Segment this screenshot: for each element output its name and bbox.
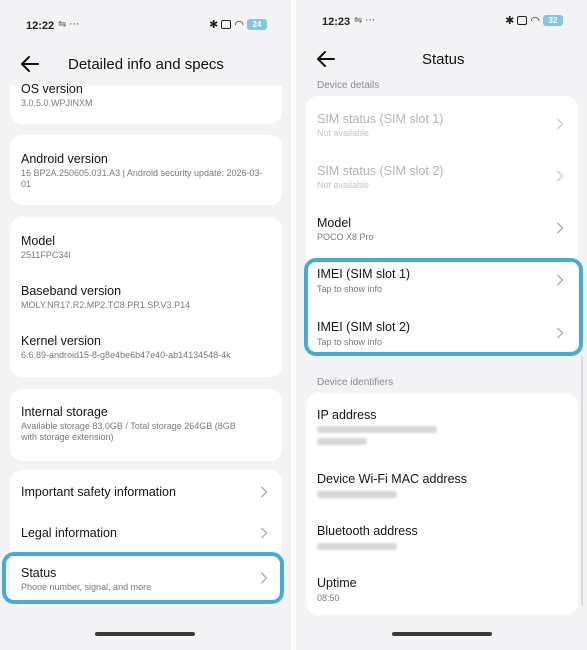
status-time: 12:22 — [26, 20, 55, 32]
model-item[interactable]: Model POCO X8 Pro — [306, 200, 578, 252]
status-screen: 12:23 ⇋ ⋯ ✱ ◠ 32 Status Device details S… — [296, 0, 587, 650]
baseband-item: Baseband version MOLY.NR17.R2.MP2.TC8.PR… — [10, 267, 282, 317]
imei1-item[interactable]: IMEI (SIM slot 1) Tap to show info — [306, 254, 578, 304]
uptime-item: Uptime 08:50 — [306, 559, 578, 611]
model-value: POCO X8 Pro — [317, 232, 374, 242]
chevron-right-icon — [556, 170, 564, 182]
chevron-right-icon — [260, 572, 268, 584]
model-item: Model 2511FPC34I — [10, 217, 282, 267]
android-version-value: 16 BP2A.250605.031.A3 | Android security… — [21, 168, 263, 189]
wifi-icon: ◠ — [234, 19, 244, 31]
imei2-item[interactable]: IMEI (SIM slot 2) Tap to show info — [306, 304, 578, 352]
storage-value: Available storage 83.0GB / Total storage… — [21, 421, 236, 442]
legal-info-item[interactable]: Legal information — [10, 512, 282, 554]
os-version-title: OS version — [21, 82, 83, 96]
chevron-right-icon — [260, 527, 268, 539]
notification-icons: ⇋ ⋯ — [58, 19, 80, 30]
ip-address-title: IP address — [317, 408, 377, 422]
system-icons: ✱ ◠ 32 — [505, 14, 563, 27]
kernel-title: Kernel version — [21, 334, 101, 348]
legal-info-title: Legal information — [21, 526, 117, 540]
detailed-info-screen: 12:22 ⇋ ⋯ ✱ ◠ 24 Detailed info and specs… — [0, 0, 291, 650]
gesture-nav-bar[interactable] — [95, 632, 195, 636]
status-time: 12:23 — [322, 16, 351, 28]
bluetooth-address-title: Bluetooth address — [317, 524, 418, 538]
scrollbar[interactable] — [581, 356, 583, 606]
device-details-card: SIM status (SIM slot 1) Not available SI… — [306, 96, 578, 352]
status-bar: 12:23 ⇋ ⋯ ✱ ◠ 32 — [296, 14, 587, 30]
sim2-status-item: SIM status (SIM slot 2) Not available — [306, 148, 578, 200]
back-arrow-icon[interactable] — [18, 52, 42, 76]
sim1-status-item: SIM status (SIM slot 1) Not available — [306, 96, 578, 148]
bluetooth-address-redacted — [317, 543, 397, 550]
chevron-right-icon — [556, 222, 564, 234]
header: Detailed info and specs — [0, 52, 291, 78]
kernel-item: Kernel version 6.6.89-android15-8-g8e4be… — [10, 317, 282, 367]
os-version-value: 3.0.5.0.WPJINXM — [21, 98, 93, 108]
storage-card[interactable]: Internal storage Available storage 83.0G… — [10, 389, 282, 461]
system-icons: ✱ ◠ 24 — [209, 18, 267, 31]
baseband-value: MOLY.NR17.R2.MP2.TC8.PR1.SP.V3.P14 — [21, 300, 191, 310]
chevron-right-icon — [556, 118, 564, 130]
bluetooth-icon: ✱ — [505, 15, 515, 27]
uptime-value: 08:50 — [317, 593, 340, 603]
ip-address-redacted — [317, 426, 437, 433]
section-label-device-details: Device details — [317, 80, 380, 91]
info-links-card: Important safety information Legal infor… — [10, 470, 282, 606]
hardware-info-card: Model 2511FPC34I Baseband version MOLY.N… — [10, 217, 282, 377]
header: Status — [296, 47, 587, 73]
imei2-title: IMEI (SIM slot 2) — [317, 320, 411, 334]
sim2-status-title: SIM status (SIM slot 2) — [317, 164, 444, 178]
battery-icon: 24 — [247, 19, 267, 30]
sim1-status-value: Not available — [317, 128, 370, 138]
safety-info-title: Important safety information — [21, 485, 176, 499]
chevron-right-icon — [556, 327, 564, 339]
status-subtitle: Phone number, signal, and more — [21, 582, 152, 592]
status-title: Status — [21, 566, 57, 580]
status-bar: 12:22 ⇋ ⋯ ✱ ◠ 24 — [0, 18, 291, 34]
page-title: Status — [422, 51, 465, 68]
baseband-title: Baseband version — [21, 284, 122, 298]
imei1-value: Tap to show info — [317, 284, 383, 294]
storage-title: Internal storage — [21, 405, 108, 419]
bluetooth-icon: ✱ — [209, 19, 219, 31]
back-arrow-icon[interactable] — [314, 47, 338, 71]
model-title: Model — [21, 234, 56, 248]
sim1-status-title: SIM status (SIM slot 1) — [317, 112, 444, 126]
page-title: Detailed info and specs — [68, 56, 224, 73]
nfc-icon — [517, 16, 528, 25]
wifi-mac-redacted — [317, 491, 397, 498]
os-version-card: OS version 3.0.5.0.WPJINXM — [10, 82, 282, 124]
chevron-right-icon — [260, 486, 268, 498]
status-item[interactable]: Status Phone number, signal, and more — [10, 556, 282, 602]
wifi-mac-title: Device Wi-Fi MAC address — [317, 472, 468, 486]
wifi-icon: ◠ — [530, 15, 540, 27]
gesture-nav-bar[interactable] — [392, 632, 492, 636]
notification-icons: ⇋ ⋯ — [354, 15, 376, 26]
imei2-value: Tap to show info — [317, 337, 383, 347]
model-value: 2511FPC34I — [21, 250, 71, 260]
kernel-value: 6.6.89-android15-8-g8e4be6b47e40-ab14134… — [21, 350, 231, 360]
section-label-device-identifiers: Device identifiers — [317, 377, 394, 388]
sim2-status-value: Not available — [317, 180, 370, 190]
android-version-card[interactable]: Android version 16 BP2A.250605.031.A3 | … — [10, 135, 282, 205]
battery-icon: 32 — [543, 15, 563, 26]
bluetooth-address-item[interactable]: Bluetooth address — [306, 507, 578, 559]
uptime-title: Uptime — [317, 576, 357, 590]
android-version-title: Android version — [21, 152, 108, 166]
chevron-right-icon — [556, 274, 564, 286]
imei1-title: IMEI (SIM slot 1) — [317, 267, 411, 281]
model-title: Model — [317, 216, 352, 230]
wifi-mac-item[interactable]: Device Wi-Fi MAC address — [306, 455, 578, 507]
ip-address-redacted-2 — [317, 438, 367, 445]
nfc-icon — [221, 20, 232, 29]
safety-info-item[interactable]: Important safety information — [10, 470, 282, 512]
